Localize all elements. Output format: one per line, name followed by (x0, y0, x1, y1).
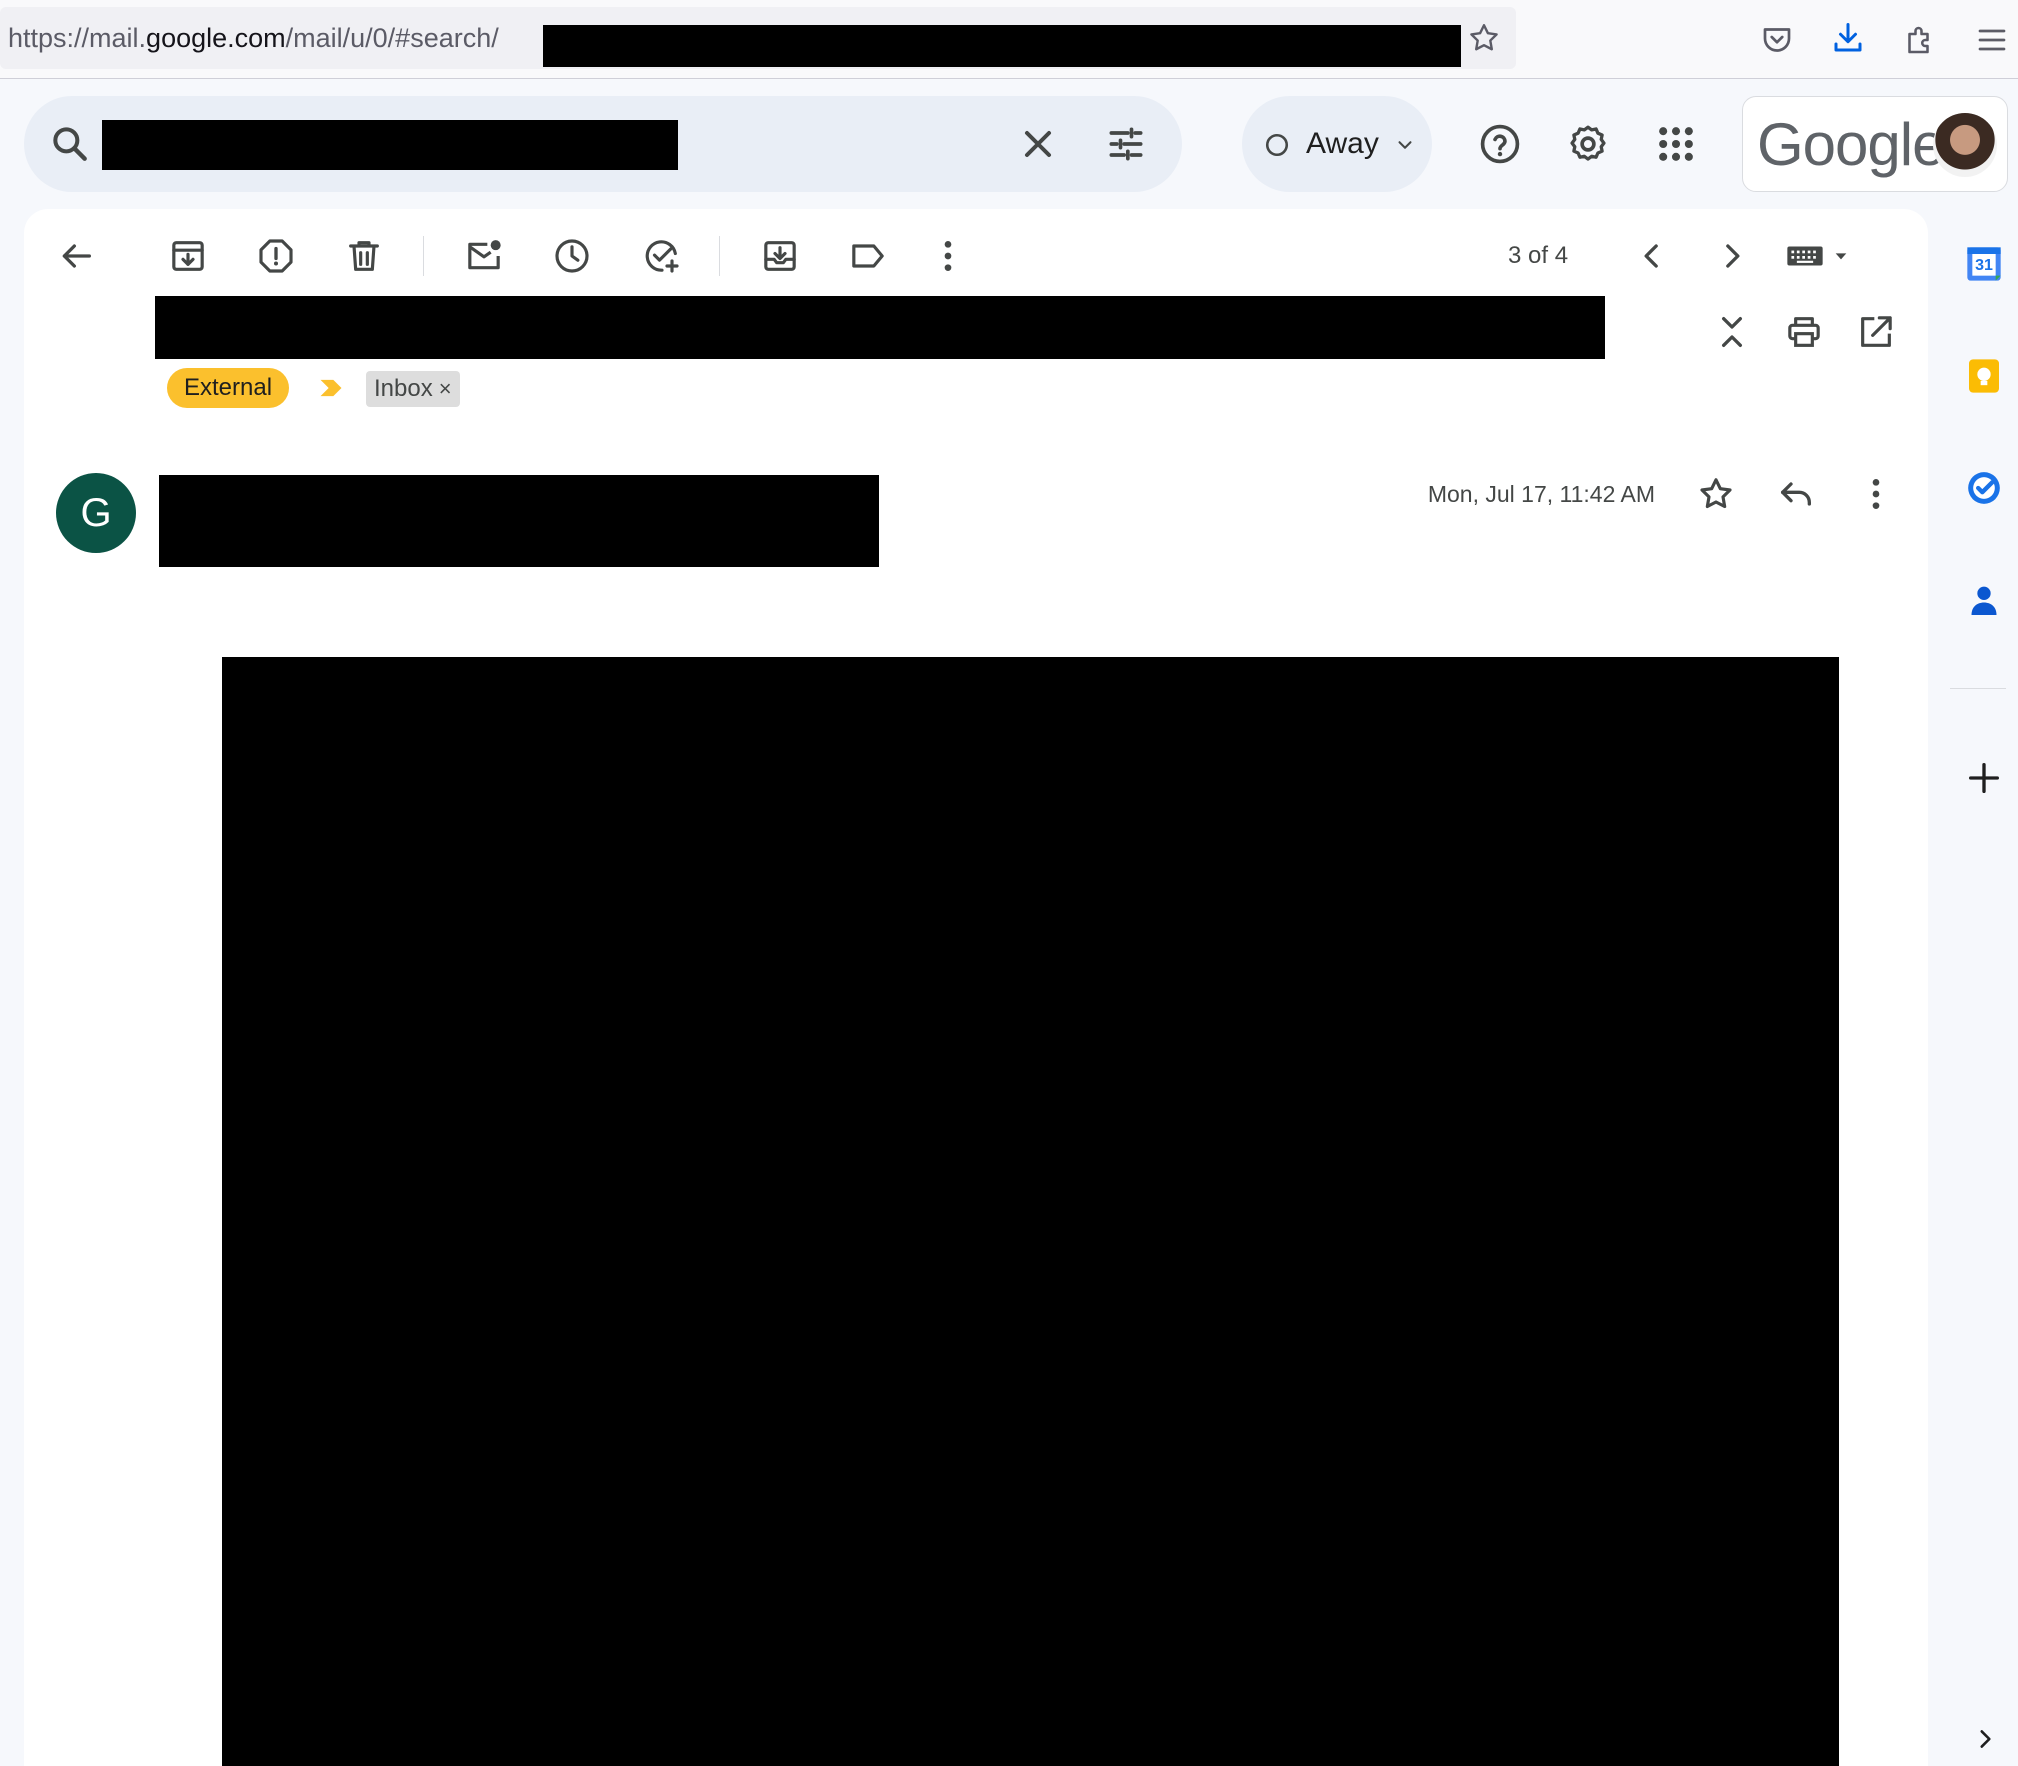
contacts-icon[interactable] (1964, 580, 2004, 620)
search-options-icon[interactable] (1104, 122, 1148, 166)
pocket-icon[interactable] (1759, 22, 1795, 58)
delete-icon[interactable] (344, 236, 384, 276)
google-wordmark: Google (1757, 111, 1945, 178)
back-arrow-icon[interactable] (56, 236, 96, 276)
input-tools-button[interactable] (1784, 236, 1856, 276)
report-spam-icon[interactable] (256, 236, 296, 276)
downloads-icon[interactable] (1830, 20, 1866, 56)
extensions-icon[interactable] (1902, 22, 1938, 58)
label-chip-inbox[interactable]: Inbox × (366, 371, 460, 407)
redacted-sender-info (159, 475, 879, 567)
remove-label-icon[interactable]: × (439, 376, 452, 401)
status-away-icon (1265, 133, 1289, 157)
newer-chevron-left-icon[interactable] (1632, 236, 1672, 276)
keep-icon[interactable] (1964, 356, 2004, 396)
google-account-button[interactable]: Google (1742, 96, 2008, 192)
redacted-message-body (222, 657, 1839, 1766)
redacted-search-query[interactable] (102, 120, 678, 170)
message-date: Mon, Jul 17, 11:42 AM (1427, 481, 1655, 507)
add-to-tasks-icon[interactable] (642, 236, 682, 276)
label-chip-external[interactable]: External (167, 368, 290, 408)
archive-icon[interactable] (168, 236, 208, 276)
open-in-new-window-icon[interactable] (1856, 312, 1896, 352)
message-more-vert-icon[interactable] (1856, 474, 1896, 514)
reply-icon[interactable] (1776, 474, 1816, 514)
keyboard-icon (1787, 246, 1823, 266)
side-panel-calendar[interactable]: 31 (1964, 244, 2004, 284)
side-panel-divider (1950, 688, 2006, 689)
browser-toolbar: https://mail.google.com/mail/u/0/#search… (0, 0, 2018, 79)
search-icon[interactable] (48, 122, 92, 166)
redacted-url-query (543, 25, 1461, 67)
status-selector[interactable]: Away (1242, 96, 1432, 192)
toolbar-divider (423, 236, 424, 276)
calendar-day-number: 31 (1975, 257, 1993, 274)
pager-count: 3 of 4 (1508, 242, 1569, 269)
chevron-down-icon (1398, 141, 1412, 149)
move-to-icon[interactable] (760, 236, 800, 276)
google-apps-icon[interactable] (1654, 122, 1698, 166)
sender-avatar[interactable]: G (56, 473, 136, 553)
settings-gear-icon[interactable] (1566, 122, 1610, 166)
caret-down-icon (1835, 253, 1847, 260)
bookmark-star-icon[interactable] (1466, 20, 1502, 56)
redacted-subject (155, 296, 1605, 359)
snooze-icon[interactable] (552, 236, 592, 276)
profile-avatar[interactable] (1933, 113, 1997, 177)
tasks-icon[interactable] (1964, 468, 2004, 508)
older-chevron-right-icon[interactable] (1712, 236, 1752, 276)
toolbar-divider (719, 236, 720, 276)
star-icon[interactable] (1696, 474, 1736, 514)
address-bar[interactable]: https://mail.google.com/mail/u/0/#search… (0, 7, 1516, 69)
clear-search-icon[interactable] (1016, 122, 1060, 166)
collapse-all-icon[interactable] (1712, 312, 1752, 352)
show-side-panel-chevron-icon[interactable] (1972, 1726, 1998, 1752)
print-icon[interactable] (1784, 312, 1824, 352)
mark-unread-icon[interactable] (464, 236, 504, 276)
mail-search-bar[interactable] (24, 96, 1182, 192)
get-addons-plus-icon[interactable] (1964, 758, 2004, 798)
label-icon[interactable] (848, 236, 888, 276)
status-label: Away (1306, 127, 1379, 160)
menu-icon[interactable] (1974, 22, 2010, 58)
importance-marker-icon[interactable] (316, 374, 346, 402)
url-text[interactable]: https://mail.google.com/mail/u/0/#search… (8, 7, 499, 69)
help-icon[interactable] (1478, 122, 1522, 166)
more-vert-icon[interactable] (928, 236, 968, 276)
